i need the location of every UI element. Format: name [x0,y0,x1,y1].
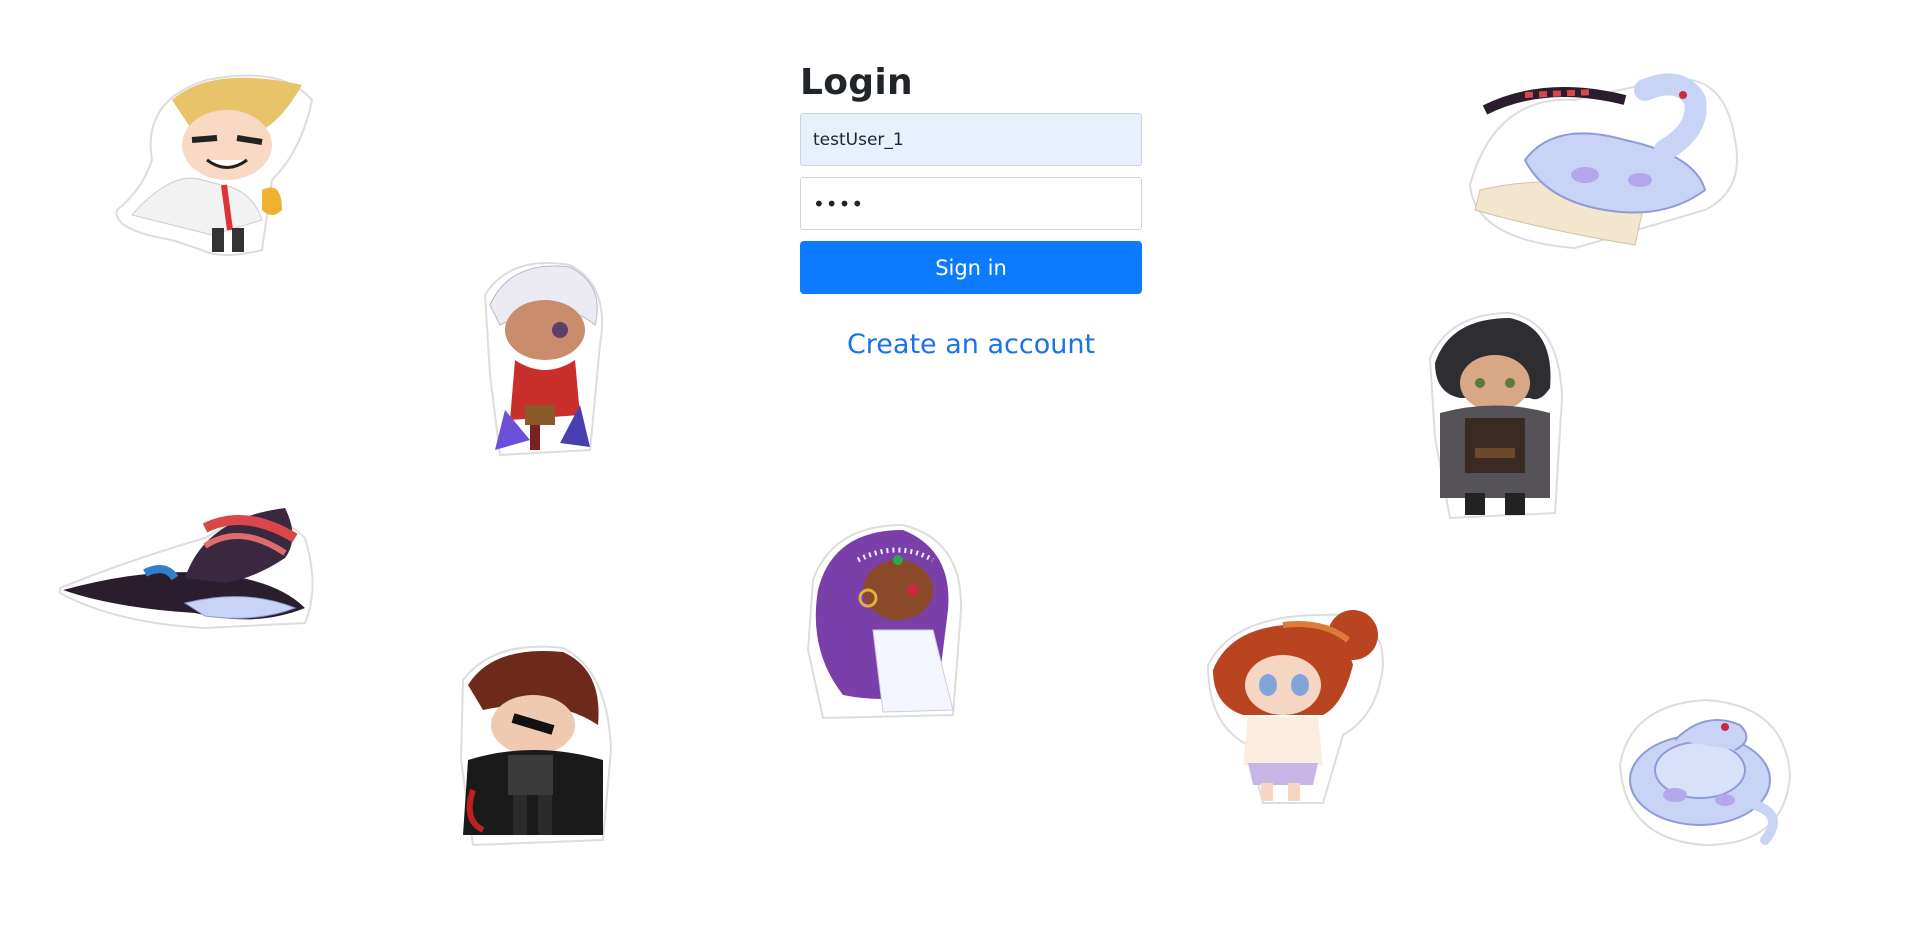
white-haired-rogue-sticker [470,255,610,460]
witch-hat-with-snake-icon [59,508,314,630]
snake-on-scroll-sticker [1465,70,1745,250]
red-haired-girl-sticker [1203,605,1388,805]
page-title: Login [800,62,913,103]
coiled-snake-icon [1618,698,1792,847]
purple-haired-sorceress-sticker [803,520,963,720]
username-input[interactable] [800,113,1142,166]
dark-haired-ranger-sticker [1420,308,1565,523]
chibi-purple-haired-sorceress-icon [806,523,963,720]
password-input[interactable] [800,177,1142,230]
login-form: Login Sign in Create an account [800,62,1142,360]
create-account-link[interactable]: Create an account [800,329,1142,360]
blonde-knight-sticker [112,60,322,265]
chibi-red-haired-girl-icon [1206,610,1385,804]
coiled-snake-sticker [1615,695,1792,850]
snake-on-scroll-icon [1468,73,1738,250]
eyepatch-vampire-sticker [453,640,613,847]
chibi-eyepatch-vampire-icon [459,645,613,847]
chibi-dark-haired-ranger-icon [1428,311,1564,520]
chibi-white-haired-rogue-icon [483,262,603,457]
sign-in-button[interactable]: Sign in [800,241,1142,294]
witch-hat-snake-sticker [55,498,320,633]
chibi-blonde-knight-icon [115,74,314,256]
